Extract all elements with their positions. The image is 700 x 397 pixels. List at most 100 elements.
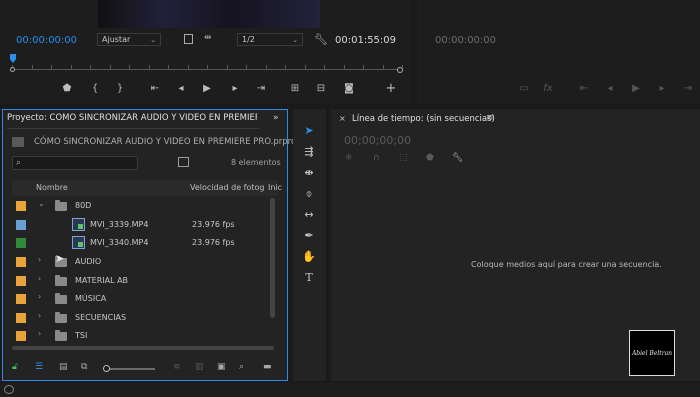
list-item[interactable]: › TSI <box>12 327 274 341</box>
pen-tool-icon[interactable]: ✒ <box>301 228 317 244</box>
label-color-swatch[interactable] <box>16 220 26 230</box>
overwrite-icon[interactable]: ⊟ <box>314 82 328 96</box>
slip-tool-icon[interactable]: ↔ <box>301 207 317 223</box>
chevron-down-icon[interactable]: ⌄ <box>38 199 45 208</box>
status-indicator-icon[interactable] <box>4 385 14 394</box>
chevron-right-icon[interactable]: › <box>38 274 41 283</box>
step-forward-icon[interactable]: ▸ <box>228 82 242 96</box>
source-video-preview[interactable] <box>98 0 320 28</box>
list-item[interactable]: MVI_3340.MP4 23.976 fps <box>12 234 274 252</box>
ripple-edit-tool-icon[interactable]: ⇼ <box>301 165 317 181</box>
zoom-handle-left[interactable] <box>10 67 15 72</box>
column-header-name[interactable]: Nombre <box>36 183 68 192</box>
safe-margins-icon[interactable]: ▭ <box>517 82 531 96</box>
mark-in-icon[interactable]: { <box>88 82 102 96</box>
mark-out-icon[interactable]: } <box>113 82 127 96</box>
chevron-right-icon[interactable]: › <box>38 311 41 320</box>
automate-to-sequence-icon[interactable]: ▥ <box>195 362 204 372</box>
zoom-handle-right[interactable] <box>397 67 403 73</box>
selection-tool-icon[interactable]: ➤ <box>301 123 317 139</box>
ruler-tick <box>148 65 150 69</box>
label-color-swatch[interactable] <box>16 331 26 341</box>
new-item-icon[interactable]: ▣ <box>217 362 226 372</box>
resolution-dropdown[interactable]: 1/2 ⌄ <box>237 33 303 46</box>
step-back-icon[interactable]: ◂ <box>603 82 617 96</box>
new-bin-icon[interactable]: ▬ <box>263 362 272 372</box>
timeline-tab[interactable]: Línea de tiempo: (sin secuencias) <box>352 114 495 124</box>
snap-icon[interactable]: ⁜ <box>345 153 353 163</box>
item-frame-rate: 23.976 fps <box>192 238 235 247</box>
linked-selection-icon[interactable]: ∩ <box>373 153 380 163</box>
source-monitor: 00:00:00:00 Ajustar ⌄ ⇹ 1/2 ⌄ 🔧︎ 00:01:5… <box>0 0 410 104</box>
zoom-slider[interactable] <box>103 368 155 370</box>
play-icon[interactable]: ▶ <box>629 82 643 96</box>
razor-tool-icon[interactable]: ⌽ <box>301 186 317 202</box>
video-clip-icon <box>72 236 85 249</box>
freeform-view-icon[interactable]: ⧉ <box>81 362 87 372</box>
ruler-tick <box>265 65 267 69</box>
lock-icon[interactable]: 🔓︎ <box>12 362 18 372</box>
insert-icon[interactable]: ⊞ <box>288 82 302 96</box>
zoom-slider-knob[interactable] <box>103 365 110 372</box>
settings-box-icon[interactable] <box>184 34 193 44</box>
go-to-in-icon[interactable]: ⇤ <box>577 82 591 96</box>
time-ruler[interactable] <box>12 62 403 72</box>
column-header-media-start[interactable]: Inic <box>268 183 282 192</box>
label-color-swatch[interactable] <box>16 238 26 248</box>
step-forward-icon[interactable]: ▸ <box>655 82 669 96</box>
label-color-swatch[interactable] <box>16 313 26 323</box>
list-item[interactable]: › MATERIAL AB <box>12 272 274 290</box>
list-item[interactable]: MVI_3339.MP4 23.976 fps <box>12 216 274 234</box>
add-button-icon[interactable]: + <box>384 82 398 96</box>
timeline-timecode[interactable]: 00;00;00;00 <box>344 134 411 147</box>
item-name: 80D <box>75 201 92 210</box>
add-marker-icon[interactable]: ⬟ <box>60 82 74 96</box>
search-input[interactable]: ⌕ <box>12 156 138 170</box>
insert-marks-icon[interactable]: ⇹ <box>204 33 212 43</box>
horizontal-scrollbar[interactable] <box>12 346 274 350</box>
add-marker-icon[interactable]: ⬟ <box>426 153 434 163</box>
panel-overflow-icon[interactable]: » <box>273 113 279 123</box>
column-header-frame-rate[interactable]: Velocidad de fotog <box>190 183 264 192</box>
label-color-swatch[interactable] <box>16 257 26 267</box>
item-name: MVI_3340.MP4 <box>90 238 149 247</box>
vertical-scrollbar[interactable] <box>270 198 275 318</box>
list-item[interactable]: › MÚSICA <box>12 290 274 308</box>
go-to-out-icon[interactable]: ⇥ <box>254 82 268 96</box>
panel-menu-icon[interactable]: ≡ <box>486 113 494 123</box>
zoom-dropdown[interactable]: Ajustar ⌄ <box>97 33 161 46</box>
list-item[interactable]: › AUDIO <box>12 253 274 271</box>
wrench-icon[interactable]: 🔧︎ <box>452 153 463 163</box>
type-tool-icon[interactable]: T <box>301 270 317 286</box>
chevron-right-icon[interactable]: › <box>38 292 41 301</box>
source-playhead-timecode[interactable]: 00:00:00:00 <box>16 35 77 46</box>
list-item[interactable]: ⌄ 80D <box>12 197 274 215</box>
go-to-in-icon[interactable]: ⇤ <box>148 82 162 96</box>
add-edit-icon[interactable]: ⬚ <box>399 153 408 163</box>
program-timecode[interactable]: 00:00:00:00 <box>435 35 496 46</box>
list-view-icon[interactable]: ☰ <box>35 362 43 372</box>
zoom-value: Ajustar <box>102 35 131 44</box>
list-item[interactable]: › SECUENCIAS <box>12 309 274 327</box>
track-select-tool-icon[interactable]: ⇶ <box>301 144 317 160</box>
find-icon[interactable]: ⌕ <box>239 362 244 372</box>
go-to-out-icon[interactable]: ⇥ <box>681 82 695 96</box>
project-tab[interactable]: Proyecto: CÓMO SINCRONIZAR AUDIO Y VIDEO… <box>7 113 257 127</box>
chevron-right-icon[interactable]: › <box>38 255 41 264</box>
icon-view-icon[interactable]: ▤ <box>59 362 68 372</box>
export-frame-icon[interactable]: ◙ <box>342 82 356 96</box>
ruler-tick <box>168 65 169 69</box>
label-color-swatch[interactable] <box>16 294 26 304</box>
wrench-icon[interactable]: 🔧︎ <box>314 33 328 46</box>
close-tab-icon[interactable]: × <box>339 114 346 123</box>
label-color-swatch[interactable] <box>16 276 26 286</box>
label-color-swatch[interactable] <box>16 201 26 211</box>
new-search-bin-icon[interactable] <box>178 157 189 167</box>
chevron-right-icon[interactable]: › <box>38 329 41 338</box>
item-name: MÚSICA <box>75 294 107 303</box>
step-back-icon[interactable]: ◂ <box>174 82 188 96</box>
sort-icon[interactable]: ≡ <box>173 362 181 372</box>
hand-tool-icon[interactable]: ✋ <box>301 249 317 265</box>
fx-icon[interactable]: fx <box>541 82 555 96</box>
play-icon[interactable]: ▶ <box>200 82 214 96</box>
